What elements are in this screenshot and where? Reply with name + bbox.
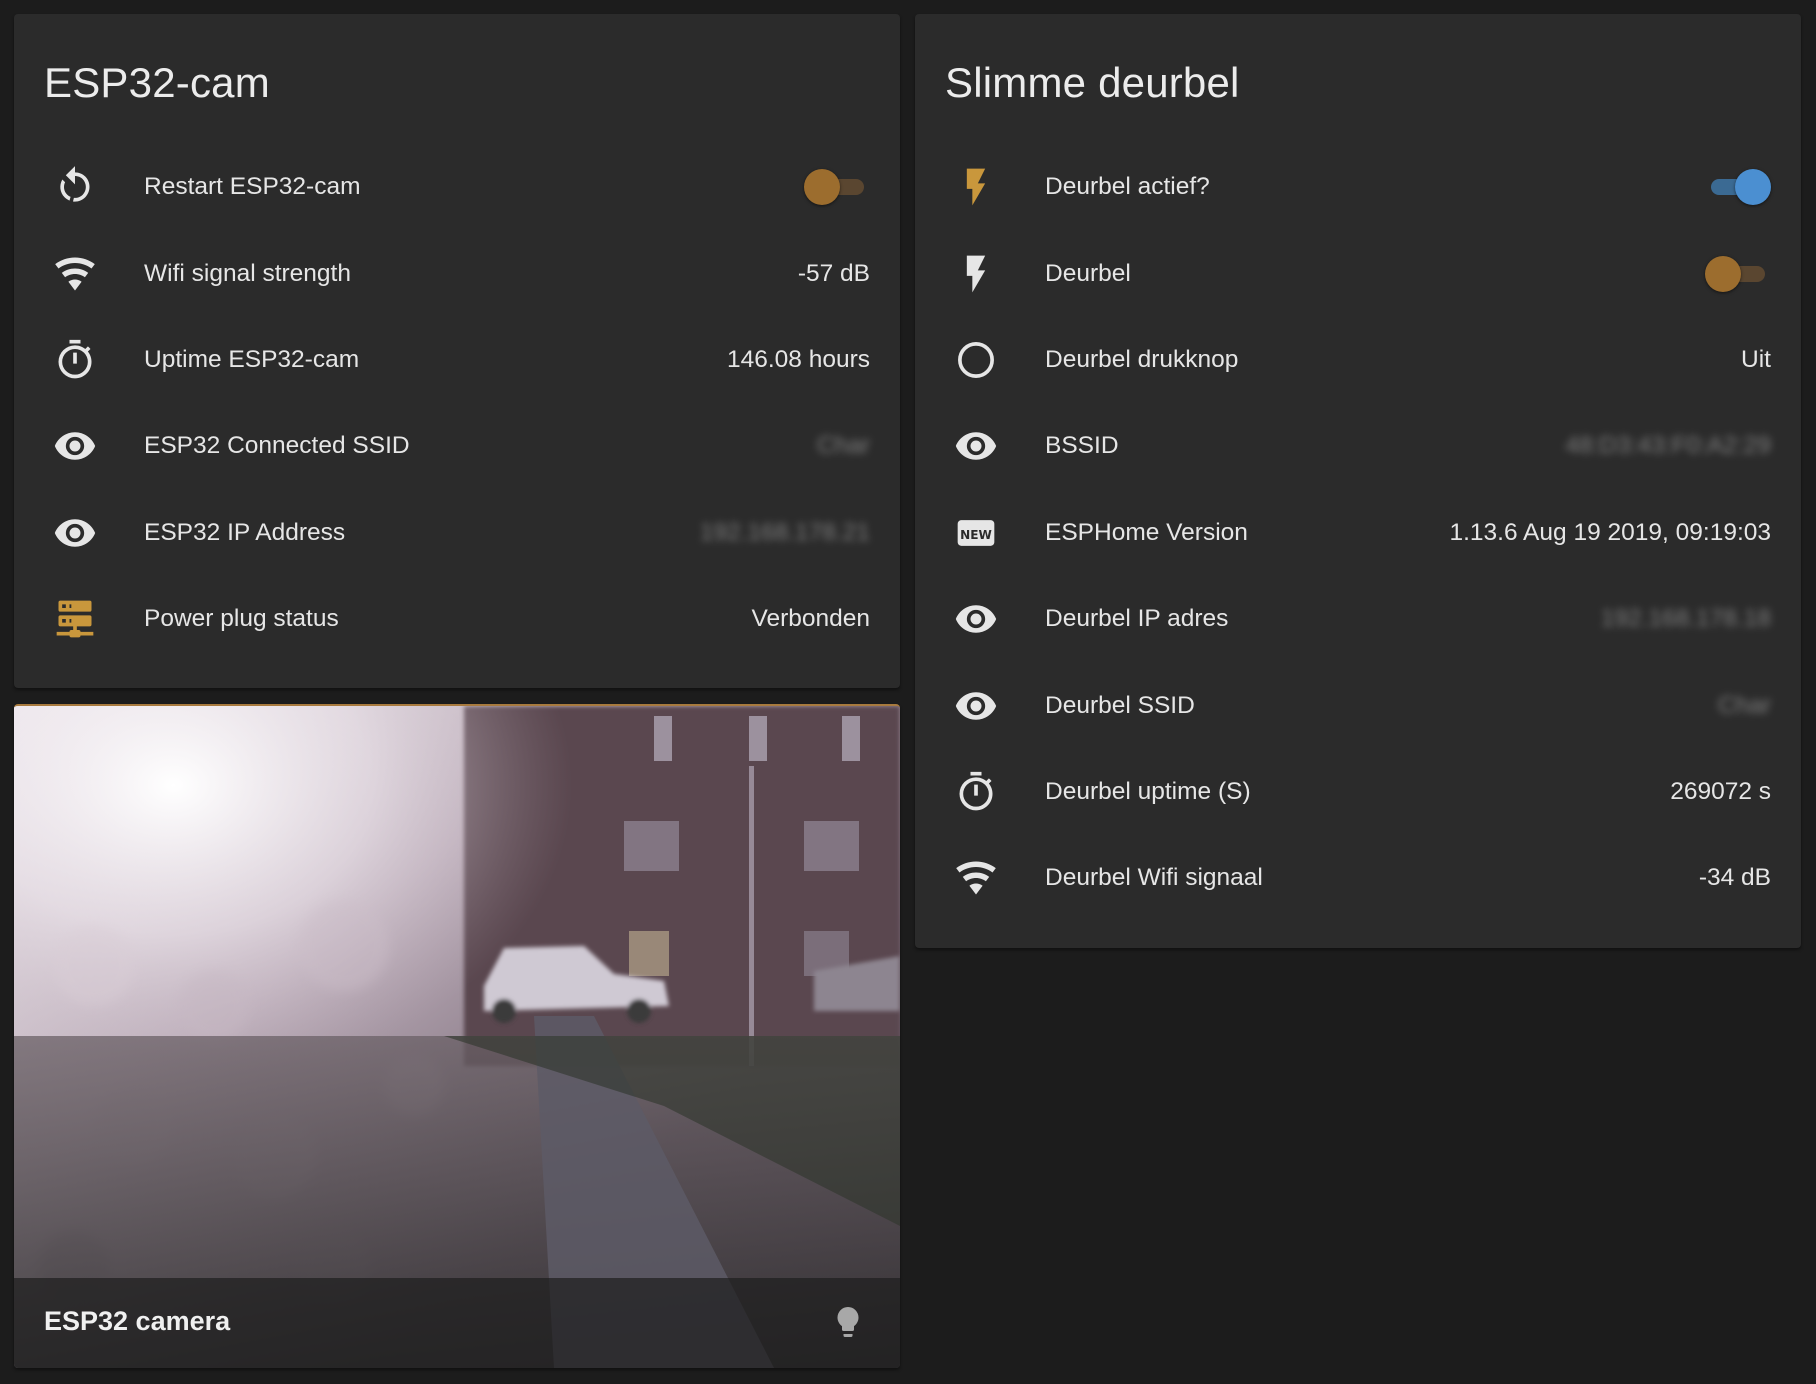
- slimme-deurbel-card: Slimme deurbel Deurbel actief? Deurbel D…: [915, 14, 1801, 948]
- entity-value: Uit: [1741, 345, 1771, 373]
- camera-footer: ESP32 camera: [14, 1278, 900, 1368]
- entity-row-bssid[interactable]: BSSID 48:D3:43:F0:A2:29: [915, 403, 1801, 489]
- entity-row-esphome-version[interactable]: NEW ESPHome Version 1.13.6 Aug 19 2019, …: [915, 490, 1801, 576]
- entity-label: Wifi signal strength: [144, 259, 351, 287]
- card-title: Slimme deurbel: [945, 59, 1240, 106]
- eye-icon: [52, 510, 98, 556]
- eye-icon: [953, 423, 999, 469]
- entity-row-uptime[interactable]: Uptime ESP32-cam 146.08 hours: [14, 317, 900, 403]
- esp32-camera-card[interactable]: ESP32 camera: [14, 704, 900, 1368]
- entity-label: Deurbel drukknop: [1045, 345, 1239, 373]
- flash-icon: [953, 164, 999, 210]
- timer-icon: [953, 769, 999, 815]
- entity-value: 146.08 hours: [726, 345, 870, 373]
- entity-value-blurred: 48:D3:43:F0:A2:29: [1565, 432, 1771, 460]
- camera-feed-image[interactable]: [14, 706, 900, 1368]
- entity-value-blurred: Char: [816, 432, 870, 460]
- lightbulb-icon[interactable]: [830, 1302, 866, 1342]
- camera-name: ESP32 camera: [44, 1306, 231, 1336]
- entity-label: ESP32 Connected SSID: [144, 432, 410, 460]
- restart-toggle[interactable]: [804, 167, 870, 207]
- entity-row-drukknop[interactable]: Deurbel drukknop Uit: [915, 317, 1801, 403]
- entity-label: Restart ESP32-cam: [144, 173, 361, 201]
- entity-row-ssid[interactable]: ESP32 Connected SSID Char: [14, 403, 900, 489]
- entity-value-blurred: 192.168.178.18: [1600, 605, 1771, 633]
- wifi-icon: [953, 855, 999, 901]
- entity-row-deurbel-uptime[interactable]: Deurbel uptime (S) 269072 s: [915, 749, 1801, 835]
- entity-row-wifi-signal[interactable]: Wifi signal strength -57 dB: [14, 230, 900, 316]
- entity-label: Deurbel actief?: [1045, 173, 1210, 201]
- entity-row-ip[interactable]: ESP32 IP Address 192.168.178.21: [14, 490, 900, 576]
- entity-value: -34 dB: [1698, 864, 1771, 892]
- entity-label: Deurbel: [1045, 259, 1131, 287]
- entity-label: ESP32 IP Address: [144, 518, 346, 546]
- new-box-icon: NEW: [953, 510, 999, 556]
- entity-label: Deurbel IP adres: [1045, 605, 1229, 633]
- card-title: ESP32-cam: [44, 59, 270, 106]
- eye-icon: [953, 683, 999, 729]
- entity-row-deurbel-actief[interactable]: Deurbel actief?: [915, 144, 1801, 230]
- entity-value: 1.13.6 Aug 19 2019, 09:19:03: [1449, 518, 1771, 546]
- entity-row-deurbel-wifi[interactable]: Deurbel Wifi signaal -34 dB: [915, 835, 1801, 921]
- entity-row-deurbel[interactable]: Deurbel: [915, 230, 1801, 316]
- entity-row-restart[interactable]: Restart ESP32-cam: [14, 144, 900, 230]
- wifi-icon: [52, 251, 98, 297]
- esp32-cam-card: ESP32-cam Restart ESP32-cam Wifi signal …: [14, 14, 900, 688]
- svg-text:NEW: NEW: [960, 528, 992, 542]
- flash-icon: [953, 251, 999, 297]
- timer-icon: [52, 337, 98, 383]
- entity-value-blurred: Char: [1717, 691, 1771, 719]
- circle-outline-icon: [953, 337, 999, 383]
- entity-label: Deurbel SSID: [1045, 691, 1195, 719]
- entity-row-power-plug[interactable]: Power plug status Verbonden: [14, 576, 900, 662]
- entity-label: Deurbel uptime (S): [1045, 777, 1251, 805]
- eye-icon: [953, 596, 999, 642]
- deurbel-actief-toggle[interactable]: [1705, 167, 1771, 207]
- entity-label: BSSID: [1045, 432, 1119, 460]
- entity-label: Power plug status: [144, 605, 339, 633]
- server-network-icon: [52, 596, 98, 642]
- deurbel-toggle[interactable]: [1705, 254, 1771, 294]
- entity-label: Uptime ESP32-cam: [144, 345, 360, 373]
- entity-label: Deurbel Wifi signaal: [1045, 864, 1263, 892]
- entity-value: Verbonden: [751, 605, 870, 633]
- restart-icon: [52, 164, 98, 210]
- entity-row-deurbel-ip[interactable]: Deurbel IP adres 192.168.178.18: [915, 576, 1801, 662]
- entity-row-deurbel-ssid[interactable]: Deurbel SSID Char: [915, 662, 1801, 748]
- entity-label: ESPHome Version: [1045, 518, 1248, 546]
- entity-value: 269072 s: [1670, 777, 1771, 805]
- entity-value-blurred: 192.168.178.21: [699, 518, 870, 546]
- entity-value: -57 dB: [797, 259, 870, 287]
- eye-icon: [52, 423, 98, 469]
